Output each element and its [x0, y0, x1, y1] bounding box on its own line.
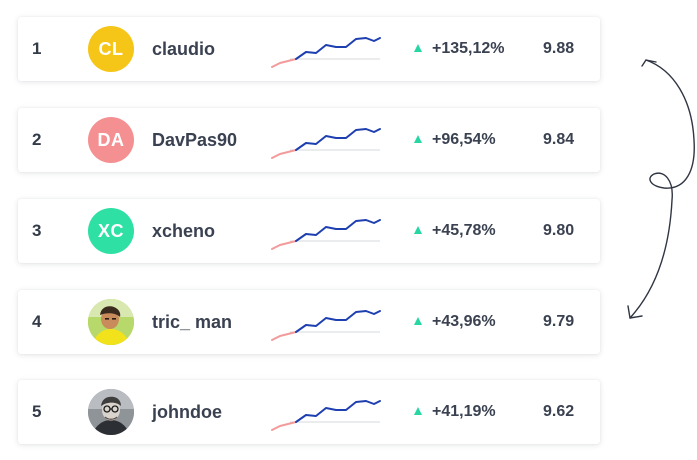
- performance-sparkline: [271, 400, 381, 431]
- score: 9.80: [543, 222, 575, 239]
- rank-number: 2: [32, 130, 42, 149]
- percent-change: +43,96%: [432, 313, 496, 330]
- leaderboard-row-2[interactable]: 2 DA DavPas90 +96,54% 9.84: [18, 108, 600, 172]
- trend-up-icon: [414, 44, 422, 52]
- performance-sparkline: [271, 219, 381, 250]
- trend-up-icon: [414, 407, 422, 415]
- percent-change: +45,78%: [432, 222, 496, 239]
- username[interactable]: xcheno: [152, 199, 215, 263]
- percent-change: +96,54%: [432, 131, 496, 148]
- avatar[interactable]: [88, 299, 134, 345]
- username[interactable]: DavPas90: [152, 108, 237, 172]
- avatar-initials: DA: [97, 129, 125, 150]
- rank-number: 1: [32, 39, 42, 58]
- leaderboard: 1 CL claudio +135,12% 9.88 2 DA DavPas90…: [0, 0, 697, 460]
- rank-number: 3: [32, 221, 42, 240]
- leaderboard-row-4[interactable]: 4 tric_ man +43,96% 9.79: [18, 290, 600, 354]
- username[interactable]: tric_ man: [152, 290, 232, 354]
- avatar[interactable]: XC: [88, 208, 134, 254]
- performance-sparkline: [271, 37, 381, 68]
- hand-drawn-loop-arrow-icon: [627, 59, 695, 319]
- user-photo-glasses-icon: [88, 389, 134, 435]
- rank-number: 4: [32, 312, 42, 331]
- score: 9.84: [543, 131, 575, 148]
- avatar[interactable]: [88, 389, 134, 435]
- username[interactable]: johndoe: [152, 380, 222, 444]
- percent-change: +135,12%: [432, 40, 505, 57]
- avatar[interactable]: DA: [88, 117, 134, 163]
- user-photo-yellow-shirt-icon: [88, 299, 134, 345]
- avatar-initials: XC: [97, 220, 124, 241]
- percent-change: +41,19%: [432, 403, 496, 420]
- score: 9.88: [543, 40, 575, 57]
- leaderboard-row-1[interactable]: 1 CL claudio +135,12% 9.88: [18, 17, 600, 81]
- leaderboard-row-3[interactable]: 3 XC xcheno +45,78% 9.80: [18, 199, 600, 263]
- trend-up-icon: [414, 226, 422, 234]
- avatar[interactable]: CL: [88, 26, 134, 72]
- leaderboard-row-5[interactable]: 5 johndoe +41,19% 9.62: [18, 380, 600, 444]
- username[interactable]: claudio: [152, 17, 215, 81]
- avatar-initials: CL: [98, 38, 124, 59]
- performance-sparkline: [271, 310, 381, 341]
- performance-sparkline: [271, 128, 381, 159]
- trend-up-icon: [414, 135, 422, 143]
- rank-number: 5: [32, 402, 42, 421]
- trend-up-icon: [414, 317, 422, 325]
- score: 9.79: [543, 313, 575, 330]
- score: 9.62: [543, 403, 575, 420]
